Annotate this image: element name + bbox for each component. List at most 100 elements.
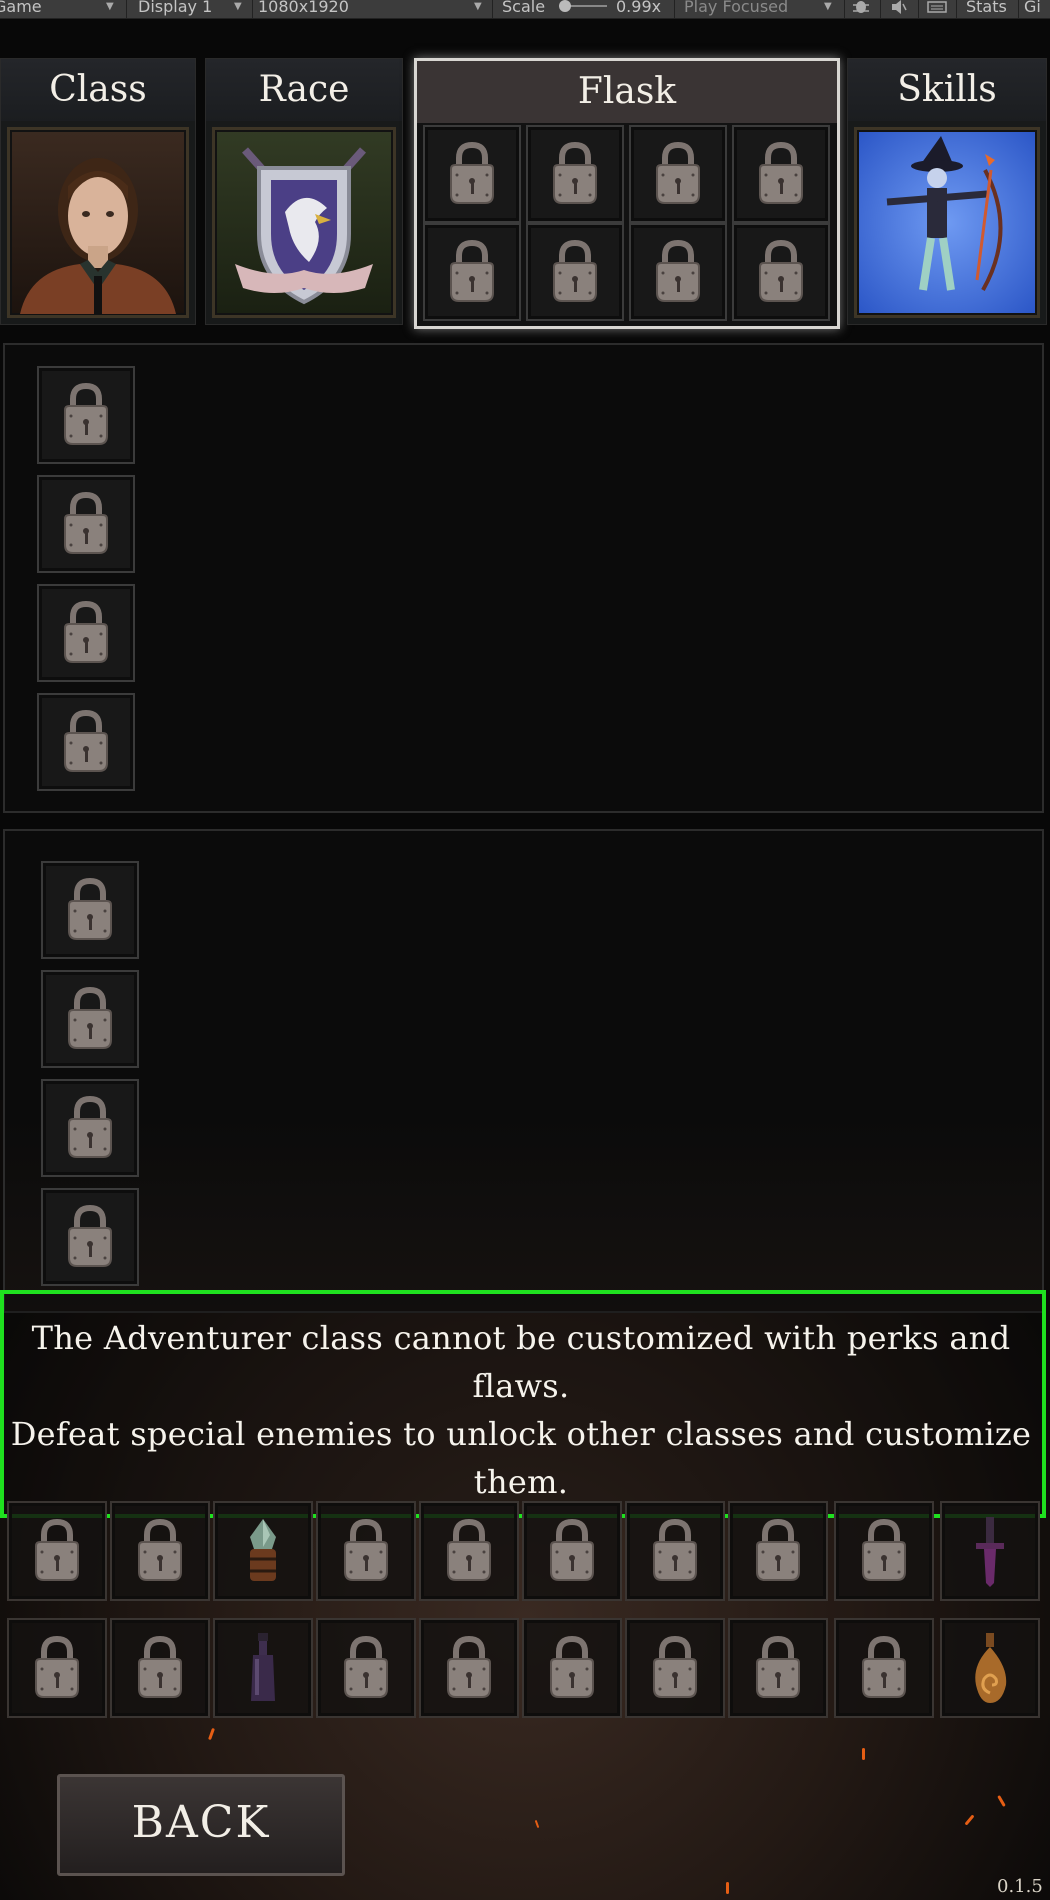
- padlock-icon: [447, 1518, 491, 1581]
- flask-slot-locked[interactable]: [732, 125, 830, 223]
- padlock-icon: [344, 1518, 388, 1581]
- padlock-icon: [756, 1518, 800, 1581]
- item-slot-locked[interactable]: [522, 1618, 622, 1718]
- stats-button[interactable]: Stats: [966, 0, 1007, 18]
- flask-slot-locked[interactable]: [629, 125, 727, 223]
- item-slot-locked[interactable]: [110, 1618, 210, 1718]
- flask-slot-locked[interactable]: [732, 223, 830, 321]
- scale-slider-handle[interactable]: [559, 0, 571, 12]
- padlock-icon: [756, 1635, 800, 1698]
- flask-slot-locked[interactable]: [526, 125, 624, 223]
- padlock-icon: [68, 1204, 112, 1267]
- flask-slot-locked[interactable]: [423, 125, 521, 223]
- message-line-1: The Adventurer class cannot be customize…: [31, 1319, 1011, 1357]
- padlock-icon: [550, 1518, 594, 1581]
- tab-skills[interactable]: Skills: [847, 58, 1047, 325]
- padlock-icon: [450, 141, 494, 204]
- item-slot-locked[interactable]: [110, 1501, 210, 1601]
- item-slot-dagger[interactable]: [940, 1501, 1040, 1601]
- game-view-label[interactable]: Game: [0, 0, 42, 18]
- item-slot-potion[interactable]: [213, 1618, 313, 1718]
- padlock-icon: [862, 1635, 906, 1698]
- item-slot-locked[interactable]: [7, 1501, 107, 1601]
- scale-value: 0.99x: [616, 0, 662, 16]
- chevron-down-icon[interactable]: ▼: [474, 0, 482, 18]
- padlock-icon: [553, 141, 597, 204]
- tab-flask[interactable]: Flask: [414, 58, 840, 329]
- message-line-2: flaws.: [472, 1367, 570, 1405]
- perk-slot-locked[interactable]: [37, 366, 135, 464]
- perks-panel: [3, 343, 1044, 813]
- padlock-icon: [656, 239, 700, 302]
- chevron-down-icon[interactable]: ▼: [824, 0, 832, 18]
- padlock-icon: [653, 1635, 697, 1698]
- padlock-icon: [447, 1635, 491, 1698]
- flask-slot-locked[interactable]: [526, 223, 624, 321]
- unity-game-toolbar: Game ▼ Display 1 ▼ 1080x1920 ▼ Scale 0.9…: [0, 0, 1050, 19]
- scale-label: Scale: [502, 0, 546, 16]
- item-slot-swirl-vial[interactable]: [940, 1618, 1040, 1718]
- item-slot-locked[interactable]: [419, 1501, 519, 1601]
- flaws-panel: [3, 829, 1044, 1313]
- skill-archer-icon: [854, 127, 1040, 318]
- perk-slot-locked[interactable]: [37, 693, 135, 791]
- tab-flask-label: Flask: [417, 61, 837, 123]
- chevron-down-icon[interactable]: ▼: [106, 0, 114, 18]
- item-slot-locked[interactable]: [625, 1501, 725, 1601]
- potion-bottle-icon: [251, 1633, 275, 1701]
- flaw-slot-locked[interactable]: [41, 861, 139, 959]
- scale-slider-track[interactable]: [565, 5, 607, 7]
- display-dropdown[interactable]: Display 1: [138, 0, 212, 18]
- item-slot-locked[interactable]: [419, 1618, 519, 1718]
- tab-class[interactable]: Class: [0, 58, 196, 325]
- race-crest-icon: [212, 127, 396, 318]
- padlock-icon: [64, 382, 108, 445]
- padlock-icon: [653, 1518, 697, 1581]
- flask-slot-locked[interactable]: [629, 223, 727, 321]
- tab-race[interactable]: Race: [205, 58, 403, 325]
- padlock-icon: [759, 141, 803, 204]
- audio-mute-icon[interactable]: [888, 0, 910, 16]
- keyboard-icon[interactable]: [926, 0, 948, 16]
- padlock-icon: [759, 239, 803, 302]
- ember-spark: [726, 1882, 729, 1894]
- tab-race-label: Race: [206, 59, 402, 121]
- back-button[interactable]: BACK: [57, 1774, 345, 1876]
- item-slot-locked[interactable]: [7, 1618, 107, 1718]
- resolution-dropdown[interactable]: 1080x1920: [258, 0, 349, 18]
- item-slot-locked[interactable]: [834, 1501, 934, 1601]
- message-line-3: Defeat special enemies to unlock other c…: [10, 1415, 1032, 1453]
- padlock-icon: [656, 141, 700, 204]
- bug-icon[interactable]: [850, 0, 872, 16]
- version-label: 0.1.5: [997, 1876, 1043, 1897]
- crystal-flask-icon: [250, 1519, 276, 1581]
- item-slot-locked[interactable]: [728, 1501, 828, 1601]
- padlock-icon: [68, 986, 112, 1049]
- perk-slot-locked[interactable]: [37, 584, 135, 682]
- dagger-icon: [976, 1517, 1004, 1587]
- item-slot-locked[interactable]: [522, 1501, 622, 1601]
- padlock-icon: [138, 1635, 182, 1698]
- item-slot-locked[interactable]: [625, 1618, 725, 1718]
- item-slot-locked[interactable]: [316, 1618, 416, 1718]
- padlock-icon: [450, 239, 494, 302]
- padlock-icon: [862, 1518, 906, 1581]
- chevron-down-icon[interactable]: ▼: [234, 0, 242, 18]
- flaw-slot-locked[interactable]: [41, 970, 139, 1068]
- padlock-icon: [64, 491, 108, 554]
- flask-slot-locked[interactable]: [423, 223, 521, 321]
- padlock-icon: [68, 877, 112, 940]
- padlock-icon: [35, 1635, 79, 1698]
- item-slot-locked[interactable]: [728, 1618, 828, 1718]
- padlock-icon: [35, 1518, 79, 1581]
- flaw-slot-locked[interactable]: [41, 1188, 139, 1286]
- play-mode-dropdown[interactable]: Play Focused: [684, 0, 788, 18]
- perk-slot-locked[interactable]: [37, 475, 135, 573]
- gizmos-button[interactable]: Gi: [1024, 0, 1041, 18]
- padlock-icon: [138, 1518, 182, 1581]
- item-slot-locked[interactable]: [316, 1501, 416, 1601]
- item-slot-locked[interactable]: [834, 1618, 934, 1718]
- flaw-slot-locked[interactable]: [41, 1079, 139, 1177]
- padlock-icon: [64, 709, 108, 772]
- item-slot-crystal-flask[interactable]: [213, 1501, 313, 1601]
